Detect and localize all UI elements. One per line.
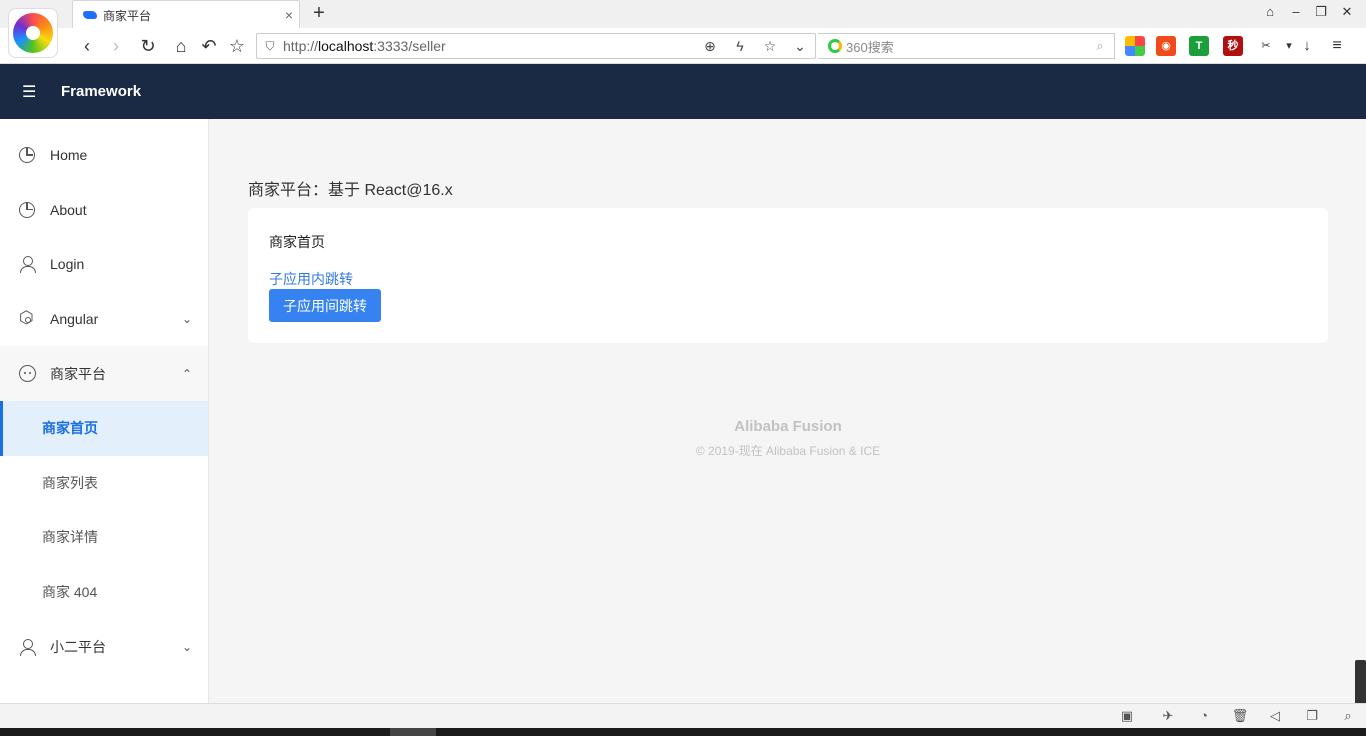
back-icon[interactable]: ‹	[76, 35, 98, 57]
search-icon[interactable]: ⌕	[1086, 38, 1114, 54]
app-header: ☰ Framework	[0, 64, 1366, 119]
browser-tab[interactable]: 商家平台 ×	[72, 0, 300, 29]
page-title: 商家平台：基于 React@16.x	[248, 182, 453, 199]
sidebar-subitem-seller-404[interactable]: 商家 404	[0, 565, 208, 620]
scrollbar-thumb[interactable]	[1355, 660, 1366, 708]
sidebar-item-label: Angular	[50, 311, 99, 328]
sidebar: Home About Login Angular ⌄ 商家平台 ⌃ 商家首页 商…	[0, 119, 209, 703]
dropdown-chevron-icon[interactable]: ⌄	[785, 38, 815, 55]
sidebar-item-about[interactable]: About	[0, 183, 208, 238]
speaker-icon[interactable]: ◁	[1266, 708, 1284, 724]
sidebar-item-label: Login	[50, 256, 85, 273]
sidebar-item-angular[interactable]: Angular ⌄	[0, 292, 208, 347]
taskbar-item[interactable]	[390, 728, 436, 736]
bookmark-star-icon[interactable]: ☆	[226, 35, 248, 57]
clock-icon	[18, 146, 36, 164]
scissors-icon[interactable]: ✂	[1256, 36, 1276, 56]
sidebar-item-admin-platform[interactable]: 小二平台 ⌄	[0, 619, 208, 674]
browser-status-bar: ▣ ✈ ◔ 🗑 ◁ ❐ ⌕	[0, 703, 1366, 728]
skin-icon[interactable]: ⌂	[1259, 4, 1281, 19]
browser-toolbar: ‹ › ↻ ⌂ ↶ ☆ ⛉ http://localhost:3333/sell…	[0, 28, 1366, 64]
inner-app-link[interactable]: 子应用内跳转	[269, 269, 353, 289]
chevron-up-icon: ⌃	[181, 366, 192, 381]
address-bar[interactable]: ⛉ http://localhost:3333/seller ⊕ ϟ ☆ ⌄	[256, 33, 816, 59]
window-icon[interactable]: ❐	[1303, 708, 1321, 724]
footer-copyright: © 2019-现在 Alibaba Fusion & ICE	[695, 444, 881, 458]
maximize-icon[interactable]: ❐	[1310, 4, 1332, 20]
security-guard-icon[interactable]: T	[1189, 36, 1209, 56]
download-icon[interactable]: ↓	[1297, 36, 1317, 56]
search-box[interactable]: 360搜索 ⌕	[818, 33, 1115, 59]
favorite-star-icon[interactable]: ☆	[755, 38, 785, 55]
security-shield-icon: ⛉	[265, 38, 275, 53]
clock-icon	[18, 201, 36, 219]
chevron-down-icon: ⌄	[181, 639, 192, 654]
sidebar-item-label: About	[50, 201, 87, 218]
undo-icon[interactable]: ↶	[198, 35, 220, 57]
url-path: :3333/seller	[373, 38, 446, 54]
trash-icon[interactable]: 🗑	[1231, 708, 1249, 724]
browser-menu-icon[interactable]: ≡	[1327, 36, 1347, 56]
sidebar-item-home[interactable]: Home	[0, 128, 208, 183]
minimize-icon[interactable]: –	[1285, 4, 1307, 19]
lightning-icon[interactable]: ϟ	[725, 38, 755, 54]
home-icon[interactable]: ⌂	[170, 35, 192, 57]
sidebar-subitem-seller-detail[interactable]: 商家详情	[0, 510, 208, 565]
browser-logo-icon	[13, 13, 53, 53]
zoom-search-icon[interactable]: ⌕	[1339, 708, 1357, 724]
tab-title: 商家平台	[103, 8, 152, 23]
sidebar-item-label: Home	[50, 147, 88, 164]
scissors-dropdown-icon[interactable]: ▾	[1279, 36, 1299, 56]
tab-close-icon[interactable]: ×	[279, 7, 299, 23]
menu-toggle-icon[interactable]: ☰	[22, 82, 48, 102]
url-scheme: http://	[283, 38, 319, 54]
seconds-ext-icon[interactable]: 秒	[1223, 36, 1243, 56]
reload-icon[interactable]: ↻	[137, 35, 159, 57]
sidebar-item-seller-platform[interactable]: 商家平台 ⌃	[0, 346, 208, 401]
os-taskbar	[0, 728, 1366, 736]
apps-grid-icon[interactable]	[1125, 36, 1145, 56]
sidebar-subitem-seller-home[interactable]: 商家首页	[0, 400, 208, 456]
zoom-icon[interactable]: ⊕	[695, 38, 725, 55]
search-engine-icon	[828, 39, 842, 53]
face-icon	[18, 365, 36, 383]
chevron-down-icon: ⌄	[181, 312, 192, 327]
sidebar-item-label: 商家平台	[50, 365, 106, 382]
sidebar-item-login[interactable]: Login	[0, 237, 208, 292]
search-input[interactable]: 360搜索	[846, 37, 1086, 56]
speedup-icon[interactable]: ◔	[1195, 708, 1213, 724]
browser-logo[interactable]	[8, 8, 58, 58]
user-icon	[18, 638, 36, 656]
sidebar-subitem-seller-list[interactable]: 商家列表	[0, 456, 208, 511]
image-icon[interactable]: ▣	[1118, 708, 1136, 724]
brand-title: Framework	[61, 83, 142, 100]
user-icon	[18, 255, 36, 274]
forward-icon[interactable]: ›	[105, 35, 127, 57]
sidebar-item-label: 小二平台	[50, 638, 106, 655]
rocket-icon[interactable]: ✈	[1159, 708, 1177, 724]
close-window-icon[interactable]: ✕	[1336, 4, 1358, 20]
url-text[interactable]: http://localhost:3333/seller	[283, 38, 695, 54]
new-tab-button[interactable]: +	[308, 2, 330, 24]
cross-app-button[interactable]: 子应用间跳转	[269, 289, 381, 322]
hexagon-icon	[18, 308, 36, 328]
card-heading: 商家首页	[269, 234, 325, 250]
url-host: localhost	[318, 38, 374, 54]
tab-favicon-icon	[83, 11, 97, 19]
game-icon[interactable]: ◉	[1156, 36, 1176, 56]
footer-title: Alibaba Fusion	[734, 418, 842, 435]
content-card: 商家首页 子应用内跳转 子应用间跳转	[248, 208, 1328, 343]
